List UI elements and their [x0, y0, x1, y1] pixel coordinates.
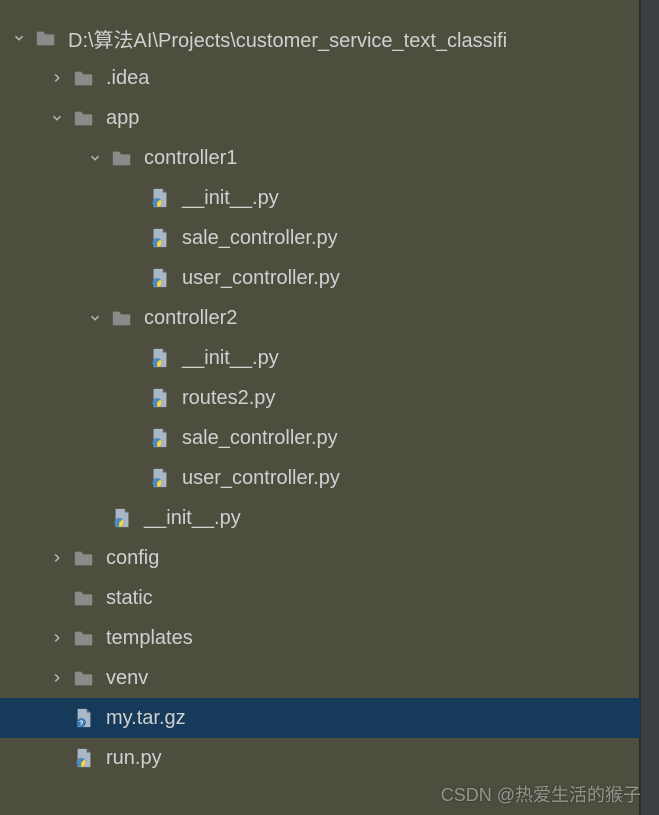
- tree-item-label: user_controller.py: [182, 467, 340, 490]
- folder-icon: [34, 26, 58, 50]
- folder-icon: [110, 306, 134, 330]
- chevron-down-icon[interactable]: [84, 307, 106, 329]
- watermark: CSDN @热爱生活的猴子: [441, 781, 641, 807]
- tree-item-label: D:\算法AI\Projects\customer_service_text_c…: [68, 24, 507, 53]
- tree-item-label: __init__.py: [144, 507, 241, 530]
- tree-row[interactable]: .idea: [0, 58, 639, 98]
- tree-item-label: my.tar.gz: [106, 707, 186, 730]
- tree-row[interactable]: sale_controller.py: [0, 218, 639, 258]
- python-file-icon: [148, 346, 172, 370]
- folder-icon: [72, 586, 96, 610]
- chevron-right-icon[interactable]: [46, 667, 68, 689]
- python-file-icon: [148, 466, 172, 490]
- tree-row[interactable]: run.py: [0, 738, 639, 778]
- chevron-right-icon[interactable]: [46, 627, 68, 649]
- tree-row[interactable]: __init__.py: [0, 498, 639, 538]
- tree-row[interactable]: app: [0, 98, 639, 138]
- folder-icon: [72, 626, 96, 650]
- tree-row[interactable]: D:\算法AI\Projects\customer_service_text_c…: [0, 18, 639, 58]
- chevron-down-icon[interactable]: [46, 107, 68, 129]
- tree-item-label: __init__.py: [182, 187, 279, 210]
- tree-row[interactable]: config: [0, 538, 639, 578]
- tree-row[interactable]: user_controller.py: [0, 458, 639, 498]
- chevron-down-icon[interactable]: [8, 27, 30, 49]
- tree-item-label: user_controller.py: [182, 267, 340, 290]
- folder-icon: [72, 106, 96, 130]
- tree-row[interactable]: static: [0, 578, 639, 618]
- chevron-right-icon[interactable]: [46, 547, 68, 569]
- tree-item-label: venv: [106, 667, 148, 690]
- folder-icon: [72, 666, 96, 690]
- tree-row[interactable]: controller2: [0, 298, 639, 338]
- python-file-icon: [148, 266, 172, 290]
- tree-item-label: sale_controller.py: [182, 427, 338, 450]
- unknown-file-icon: [72, 706, 96, 730]
- python-file-icon: [72, 746, 96, 770]
- python-file-icon: [110, 506, 134, 530]
- tree-item-label: __init__.py: [182, 347, 279, 370]
- right-gutter: [640, 0, 659, 815]
- python-file-icon: [148, 186, 172, 210]
- tree-item-label: routes2.py: [182, 387, 275, 410]
- folder-icon: [110, 146, 134, 170]
- chevron-down-icon[interactable]: [84, 147, 106, 169]
- folder-icon: [72, 546, 96, 570]
- tree-item-label: static: [106, 587, 153, 610]
- tree-item-label: controller2: [144, 307, 237, 330]
- folder-icon: [72, 66, 96, 90]
- tree-row[interactable]: routes2.py: [0, 378, 639, 418]
- python-file-icon: [148, 426, 172, 450]
- python-file-icon: [148, 226, 172, 250]
- project-tree-panel: D:\算法AI\Projects\customer_service_text_c…: [0, 0, 640, 815]
- tree-row[interactable]: controller1: [0, 138, 639, 178]
- tree-row[interactable]: __init__.py: [0, 178, 639, 218]
- tree-item-label: run.py: [106, 747, 162, 770]
- tree-row[interactable]: templates: [0, 618, 639, 658]
- tree-item-label: controller1: [144, 147, 237, 170]
- chevron-right-icon[interactable]: [46, 67, 68, 89]
- python-file-icon: [148, 386, 172, 410]
- tree-item-label: .idea: [106, 67, 149, 90]
- tree-row[interactable]: my.tar.gz: [0, 698, 640, 738]
- tree-item-label: app: [106, 107, 139, 130]
- tree-row[interactable]: user_controller.py: [0, 258, 639, 298]
- tree-row[interactable]: __init__.py: [0, 338, 639, 378]
- tree-row[interactable]: venv: [0, 658, 639, 698]
- tree-item-label: config: [106, 547, 159, 570]
- tree-item-label: templates: [106, 627, 193, 650]
- tree-row[interactable]: sale_controller.py: [0, 418, 639, 458]
- tree-item-label: sale_controller.py: [182, 227, 338, 250]
